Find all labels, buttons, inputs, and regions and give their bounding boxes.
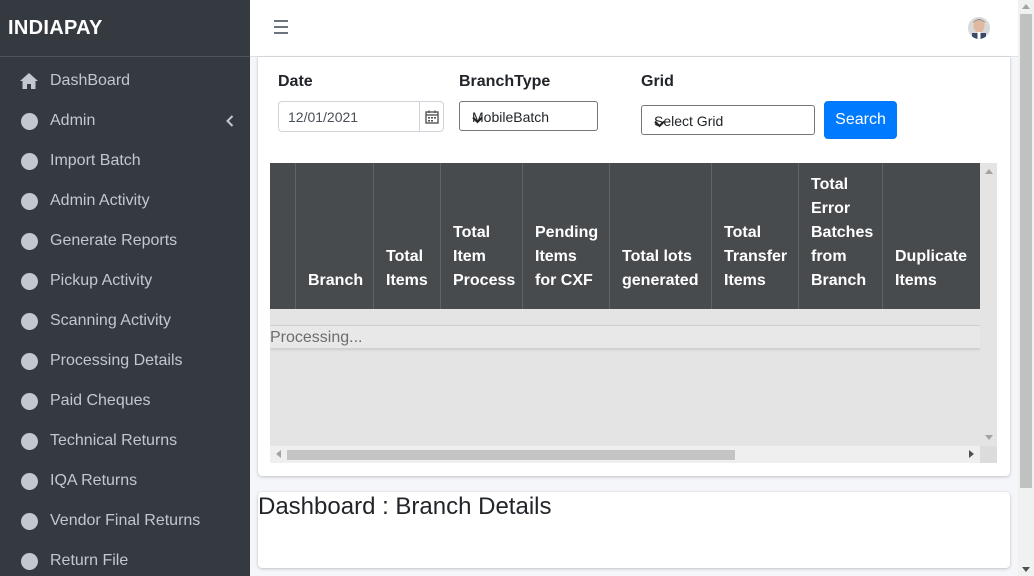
sidebar-item-label: Admin Activity <box>50 192 150 209</box>
column-header-total-items[interactable]: Total Items <box>374 163 441 309</box>
circle-icon <box>19 271 39 291</box>
circle-icon <box>19 351 39 371</box>
processing-indicator: Processing... <box>270 325 980 349</box>
circle-icon <box>19 111 39 131</box>
column-header[interactable] <box>270 163 296 309</box>
scroll-up-icon[interactable] <box>985 168 993 174</box>
chevron-left-icon[interactable] <box>226 114 234 132</box>
sidebar-item-label: Pickup Activity <box>50 272 153 289</box>
scroll-right-icon[interactable] <box>969 450 975 458</box>
branch-type-label: BranchType <box>459 73 551 90</box>
sidebar-item-label: Return File <box>50 552 129 569</box>
branch-table: Branch Total Items Total Item Process Pe… <box>270 163 997 463</box>
search-button[interactable]: Search <box>824 101 897 139</box>
column-header-branch[interactable]: Branch <box>296 163 374 309</box>
circle-icon <box>19 231 39 251</box>
circle-icon <box>19 151 39 171</box>
grid-select[interactable]: Select Grid <box>641 105 815 135</box>
grid-label: Grid <box>641 73 674 90</box>
sidebar-item-admin-activity[interactable]: Admin Activity <box>0 181 250 221</box>
sidebar-item-label: Import Batch <box>50 152 141 169</box>
sidebar-item-import-batch[interactable]: Import Batch <box>0 141 250 181</box>
dashboard-card: Dashboard : Branch Details <box>258 492 1010 568</box>
top-navbar <box>250 0 1018 57</box>
brand-logo[interactable]: INDIAPAY <box>0 0 250 57</box>
sidebar-item-return-file[interactable]: Return File <box>0 541 250 576</box>
column-header-pending-items[interactable]: Pending Items for CXF <box>523 163 610 309</box>
column-label: Pending Items for CXF <box>535 224 599 289</box>
chevron-down-icon <box>472 111 589 127</box>
chevron-down-icon <box>654 115 806 131</box>
sidebar-item-dashboard[interactable]: DashBoard <box>0 61 250 101</box>
calendar-icon[interactable] <box>419 102 444 131</box>
sidebar-item-label: Admin <box>50 112 96 129</box>
circle-icon <box>19 191 39 211</box>
sidebar-item-label: Technical Returns <box>50 432 178 449</box>
user-avatar[interactable] <box>968 17 990 39</box>
brand-text: INDIAPAY <box>8 16 103 39</box>
column-label: Duplicate Items <box>895 248 968 289</box>
column-label: Total Item Process <box>453 224 516 289</box>
sidebar-item-paid-cheques[interactable]: Paid Cheques <box>0 381 250 421</box>
sidebar-item-label: Paid Cheques <box>50 392 151 409</box>
circle-icon <box>19 511 39 531</box>
date-label: Date <box>278 73 313 90</box>
branch-type-select[interactable]: MobileBatch <box>459 101 598 131</box>
sidebar-item-pickup-activity[interactable]: Pickup Activity <box>0 261 250 301</box>
circle-icon <box>19 471 39 491</box>
column-label: Total Error Batches from Branch <box>811 176 874 289</box>
processing-text: Processing... <box>270 329 363 346</box>
sidebar-item-label: IQA Returns <box>50 472 138 489</box>
sidebar-item-scanning-activity[interactable]: Scanning Activity <box>0 301 250 341</box>
column-label: Total Transfer Items <box>724 224 788 289</box>
table-horizontal-scrollbar[interactable] <box>270 446 980 463</box>
sidebar-nav: DashBoard Admin Import Batch Admin Activ… <box>0 57 250 576</box>
circle-icon <box>19 431 39 451</box>
date-field[interactable]: 12/01/2021 <box>278 101 444 132</box>
dashboard-title: Dashboard : Branch Details <box>258 493 552 520</box>
sidebar-item-label: Vendor Final Returns <box>50 512 201 529</box>
column-header-duplicate-items[interactable]: Duplicate Items <box>883 163 993 309</box>
sidebar-item-iqa-returns[interactable]: IQA Returns <box>0 461 250 501</box>
column-header-total-item-process[interactable]: Total Item Process <box>441 163 523 309</box>
scrollbar-corner <box>980 446 997 463</box>
column-header-total-transfer[interactable]: Total Transfer Items <box>712 163 799 309</box>
sidebar-item-admin[interactable]: Admin <box>0 101 250 141</box>
sidebar: INDIAPAY DashBoard Admin Import Batch Ad… <box>0 0 250 576</box>
table-vertical-scrollbar[interactable] <box>980 163 997 446</box>
date-value: 12/01/2021 <box>288 109 359 125</box>
circle-icon <box>19 311 39 331</box>
scrollbar-thumb[interactable] <box>1020 14 1032 488</box>
column-header-error-batches[interactable]: Total Error Batches from Branch <box>799 163 883 309</box>
scroll-up-icon[interactable] <box>1022 4 1030 9</box>
column-header-total-lots[interactable]: Total lots generated <box>610 163 712 309</box>
filter-card: Date 12/01/2021 BranchType MobileBatch G… <box>258 57 1010 476</box>
column-label: Branch <box>308 272 364 289</box>
sidebar-item-label: Scanning Activity <box>50 312 171 329</box>
scroll-down-icon[interactable] <box>985 435 993 441</box>
table-header: Branch Total Items Total Item Process Pe… <box>270 163 980 309</box>
scroll-down-icon[interactable] <box>1022 567 1030 572</box>
column-label: Total lots generated <box>622 248 699 289</box>
sidebar-item-label: DashBoard <box>50 72 131 89</box>
sidebar-item-label: Generate Reports <box>50 232 178 249</box>
sidebar-item-processing-details[interactable]: Processing Details <box>0 341 250 381</box>
scroll-left-icon[interactable] <box>275 450 281 458</box>
circle-icon <box>19 391 39 411</box>
column-label: Total Items <box>386 248 428 289</box>
sidebar-item-technical-returns[interactable]: Technical Returns <box>0 421 250 461</box>
sidebar-item-label: Processing Details <box>50 352 183 369</box>
home-icon <box>19 71 39 91</box>
circle-icon <box>19 551 39 571</box>
page-scrollbar[interactable] <box>1018 0 1034 576</box>
menu-toggle-icon[interactable] <box>274 20 288 34</box>
scrollbar-thumb[interactable] <box>287 450 735 460</box>
sidebar-item-generate-reports[interactable]: Generate Reports <box>0 221 250 261</box>
sidebar-item-vendor-final-returns[interactable]: Vendor Final Returns <box>0 501 250 541</box>
